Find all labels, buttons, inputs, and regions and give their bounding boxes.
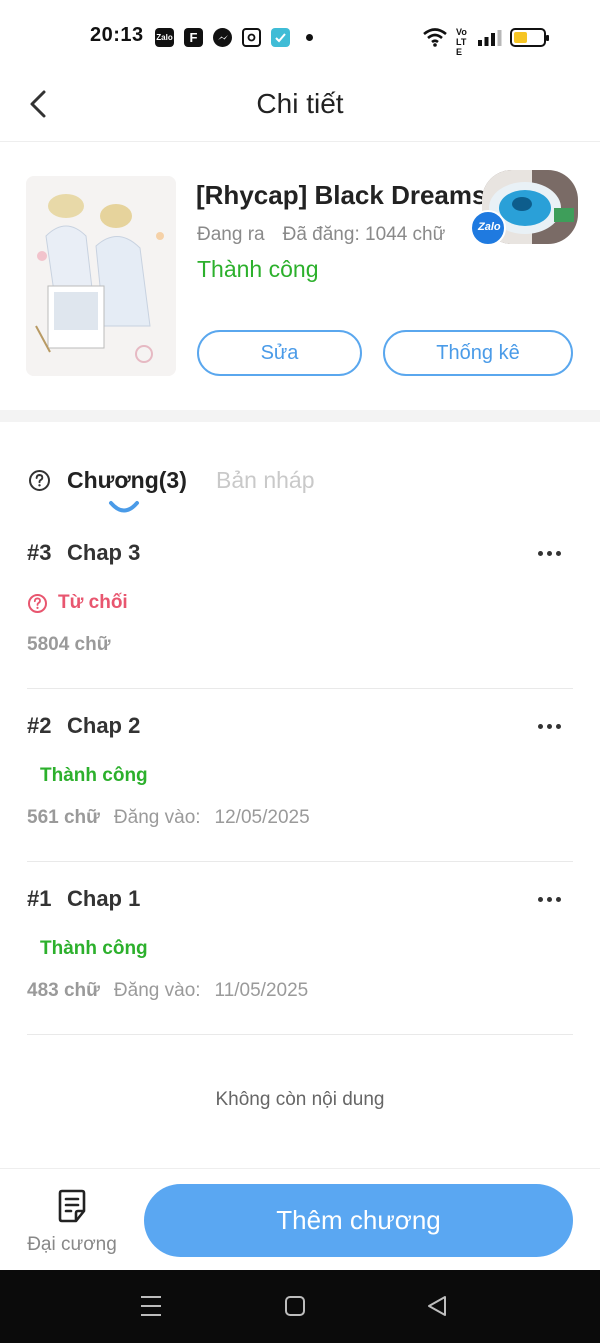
zalo-bubble-label: Zalo (478, 221, 501, 233)
chapter-status-rejected: Từ chối (27, 592, 128, 614)
chapter-status-success: Thành công (40, 765, 148, 786)
chapter-item-2[interactable]: #2 Chap 2 Thành công 561 chữ Đăng vào: 12/… (0, 689, 600, 862)
stats-button[interactable]: Thống kê (383, 330, 573, 376)
chapter-word-count: 483 chữ (27, 980, 100, 1001)
cover-artwork (26, 176, 176, 376)
dot (546, 723, 552, 729)
battery-level (514, 32, 527, 43)
messenger-icon (213, 28, 232, 47)
battery-icon (510, 28, 549, 47)
home-icon[interactable] (284, 1294, 306, 1318)
chapter-published-date: 11/05/2025 (214, 980, 309, 1001)
outline-button[interactable]: Đại cương (20, 1187, 124, 1259)
chapter-row: #2 Chap 2 Thành công 561 chữ Đăng vào: 12/… (27, 689, 573, 862)
chapter-word-count: 561 chữ (27, 807, 100, 828)
wifi-icon (423, 28, 447, 47)
chapter-item-3[interactable]: #3 Chap 3 Từ chối 5804 chữ (0, 516, 600, 689)
book-status: Thành công (197, 256, 319, 282)
dot (555, 550, 561, 556)
add-chapter-button[interactable]: Thêm chương (144, 1184, 573, 1257)
chapter-number: #1 (27, 886, 52, 911)
edit-button[interactable]: Sửa (197, 330, 362, 376)
volte-icon: Vo LTE (456, 27, 467, 57)
outline-document-icon (58, 1189, 86, 1223)
tab-bar: Chương(3) Bản nháp (0, 422, 600, 522)
dot (537, 723, 543, 729)
dot (546, 896, 552, 902)
chapter-word-count: 5804 chữ (27, 634, 111, 655)
chapter-meta: 5804 chữ (27, 634, 110, 656)
chapter-title: Chap 1 (67, 886, 141, 911)
tab-drafts[interactable]: Bản nháp (216, 467, 314, 494)
dot (555, 896, 561, 902)
instagram-icon (242, 28, 261, 47)
chapter-number: #3 (27, 540, 52, 565)
chapter-published-label: Đăng vào: (113, 807, 201, 828)
bottom-action-bar: Đại cương Thêm chương (0, 1168, 600, 1270)
dot (537, 550, 543, 556)
book-meta: Đang ra Đã đăng: 1044 chữ (197, 224, 445, 246)
book-title: [Rhycap] Black Dreams (196, 180, 487, 210)
more-options-icon[interactable] (531, 711, 567, 741)
dot (555, 723, 561, 729)
book-word-count: Đã đăng: 1044 chữ (282, 224, 446, 245)
facebook-app-label: F (189, 30, 198, 45)
book-state: Đang ra (197, 224, 265, 245)
signal-icon (478, 30, 502, 46)
zalo-floating-bubble[interactable]: Zalo (470, 168, 580, 248)
chapter-item-1[interactable]: #1 Chap 1 Thành công 483 chữ Đăng vào: 11/… (0, 862, 600, 1035)
chapter-row: #3 Chap 3 Từ chối 5804 chữ (27, 516, 573, 689)
active-tab-indicator (109, 501, 139, 513)
section-divider (0, 410, 600, 422)
back-nav-icon[interactable] (426, 1294, 448, 1318)
chapter-status-label: Từ chối (58, 592, 128, 613)
system-navigation-bar (0, 1270, 600, 1343)
check-app-icon (271, 28, 290, 47)
chapter-row: #1 Chap 1 Thành công 483 chữ Đăng vào: 11/… (27, 862, 573, 1035)
notification-dot-icon (306, 34, 313, 41)
chapter-published-label: Đăng vào: (113, 980, 201, 1001)
battery-tip (546, 35, 549, 41)
header: Chi tiết (0, 76, 600, 142)
more-options-icon[interactable] (531, 884, 567, 914)
zalo-app-icon: Zalo (155, 28, 174, 47)
zalo-app-label: Zalo (156, 33, 173, 42)
rejected-question-icon (28, 593, 47, 613)
zalo-bubble-icon (470, 170, 578, 246)
book-cover-image[interactable] (26, 176, 176, 376)
chapter-published-date: 12/05/2025 (214, 807, 310, 828)
menu-icon[interactable] (140, 1294, 162, 1318)
tab-chapters[interactable]: Chương(3) (67, 467, 187, 494)
chapter-number: #2 (27, 713, 52, 738)
chapter-title: Chap 3 (67, 540, 141, 565)
page-title: Chi tiết (256, 88, 344, 119)
more-options-icon[interactable] (531, 538, 567, 568)
chapter-title: Chap 2 (67, 713, 141, 738)
status-bar: 20:13 Zalo F Vo LTE (0, 0, 600, 76)
facebook-app-icon: F (184, 28, 203, 47)
dot (546, 550, 552, 556)
book-card: [Rhycap] Black Dreams Đang ra Đã đăng: 10… (0, 142, 600, 410)
chapter-status-success: Thành công (40, 938, 148, 959)
chapter-meta: 561 chữ Đăng vào: 12/05/2025 (27, 807, 310, 829)
dot (537, 896, 543, 902)
outline-label: Đại cương (27, 1234, 117, 1255)
help-icon[interactable] (28, 469, 51, 492)
chapter-meta: 483 chữ Đăng vào: 11/05/2025 (27, 980, 308, 1002)
status-time: 20:13 (90, 24, 144, 46)
end-of-list-text: Không còn nội dung (215, 1089, 385, 1110)
